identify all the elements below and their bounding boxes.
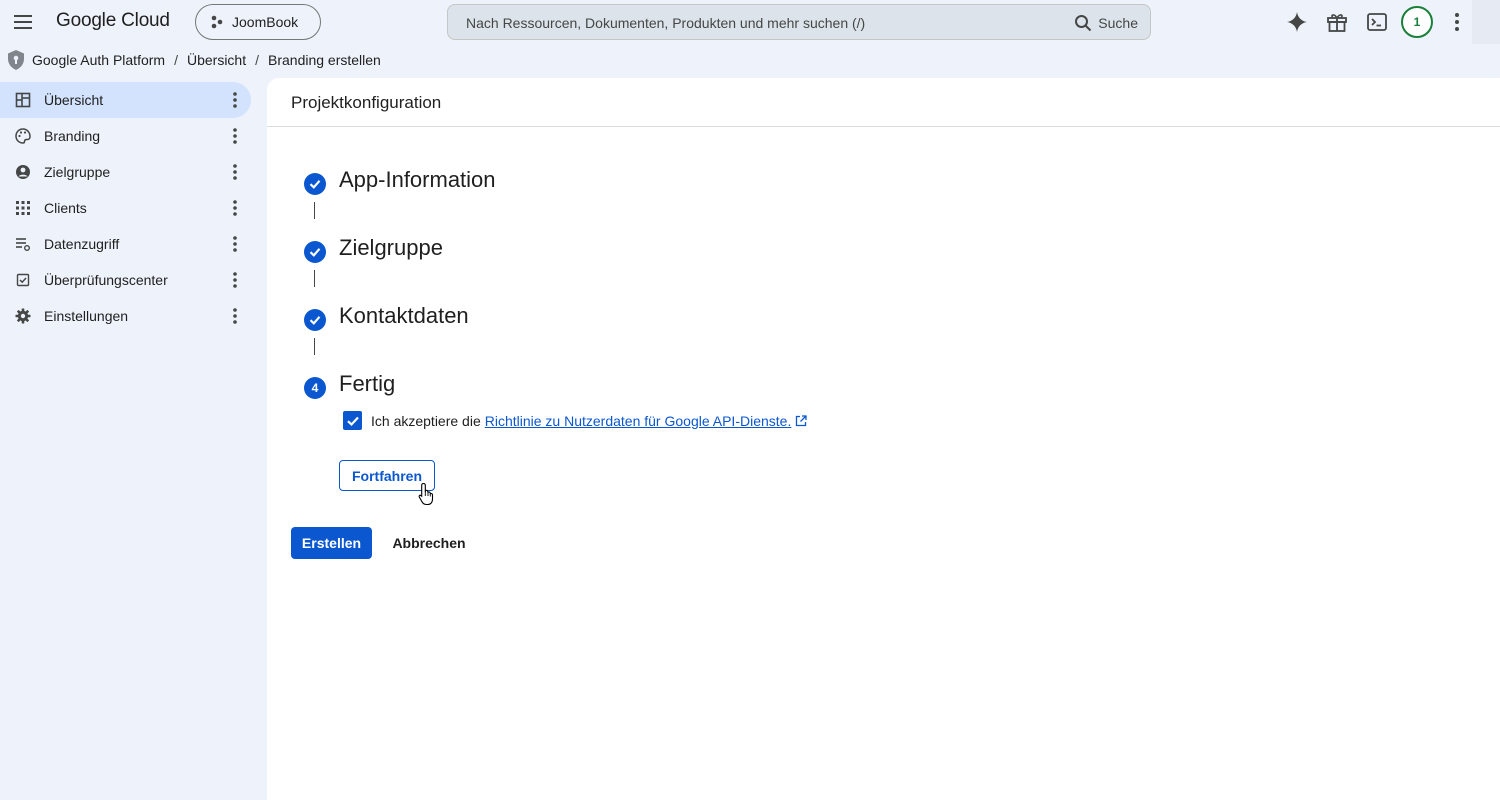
sidebar-item-audience[interactable]: Zielgruppe <box>0 154 256 190</box>
main-header: Projektkonfiguration <box>267 78 1500 127</box>
cloud-shell-icon[interactable] <box>1365 10 1389 34</box>
gemini-icon[interactable] <box>1285 10 1309 34</box>
data-access-icon <box>16 238 30 251</box>
apps-grid-icon <box>16 201 30 215</box>
sidebar-item-label: Übersicht <box>44 92 104 108</box>
hand-cursor-icon <box>418 482 434 506</box>
sidebar-item-settings[interactable]: Einstellungen <box>0 298 256 334</box>
sidebar-item-overview[interactable]: Übersicht <box>0 82 251 118</box>
more-vert-icon[interactable] <box>229 270 241 290</box>
check-icon <box>304 309 326 331</box>
search-button-label: Suche <box>1098 15 1138 31</box>
consent-checkbox[interactable] <box>343 411 362 430</box>
search-button[interactable]: Suche <box>1074 11 1138 35</box>
consent-row: Ich akzeptiere die Richtlinie zu Nutzerd… <box>343 411 807 430</box>
main-panel: Projektkonfiguration App-Information Zie… <box>267 78 1500 800</box>
sidebar-item-data-access[interactable]: Datenzugriff <box>0 226 256 262</box>
main-menu-icon[interactable] <box>10 9 36 35</box>
sidebar-item-verification-center[interactable]: Überprüfungscenter <box>0 262 256 298</box>
project-picker[interactable]: JoomBook <box>195 4 321 40</box>
top-bar: Google Cloud JoomBook Nach Ressourcen, D… <box>0 0 1500 44</box>
breadcrumb-item-branding-create: Branding erstellen <box>268 52 381 68</box>
more-vert-icon[interactable] <box>229 306 241 326</box>
step-number-badge: 4 <box>304 377 326 399</box>
sidebar-item-label: Einstellungen <box>44 308 129 324</box>
check-icon <box>304 173 326 195</box>
sidebar: Übersicht Branding Zielgruppe Clients Da… <box>0 82 256 334</box>
open-in-new-icon[interactable] <box>795 414 807 427</box>
more-vert-icon[interactable] <box>1447 10 1467 34</box>
breadcrumb-separator: / <box>255 52 259 68</box>
sidebar-item-label: Clients <box>44 200 87 216</box>
sidebar-item-label: Überprüfungscenter <box>44 272 168 288</box>
create-button[interactable]: Erstellen <box>291 527 372 559</box>
step-label: Zielgruppe <box>339 235 443 260</box>
project-name: JoomBook <box>232 14 299 30</box>
sidebar-item-clients[interactable]: Clients <box>0 190 256 226</box>
avatar[interactable]: 1 <box>1401 6 1433 38</box>
user-data-policy-link[interactable]: Richtlinie zu Nutzerdaten für Google API… <box>485 413 792 429</box>
step-connector <box>314 270 315 287</box>
step-label: Fertig <box>339 371 396 396</box>
search-bar[interactable]: Nach Ressourcen, Dokumenten, Produkten u… <box>447 4 1151 40</box>
step-label: Kontaktdaten <box>339 303 469 328</box>
step-connector <box>314 202 315 219</box>
gear-icon <box>15 308 31 324</box>
account-circle-icon <box>16 165 30 179</box>
step-number: 4 <box>311 381 319 395</box>
breadcrumb: Google Auth Platform / Übersicht / Brand… <box>6 48 381 72</box>
more-vert-icon[interactable] <box>229 234 241 254</box>
google-cloud-logo[interactable]: Google Cloud <box>56 10 170 32</box>
verification-icon <box>16 273 30 287</box>
gift-icon[interactable] <box>1325 10 1349 34</box>
step-connector <box>314 338 315 355</box>
project-icon <box>211 15 223 29</box>
checkmark-icon <box>346 416 359 426</box>
more-vert-icon[interactable] <box>229 90 241 110</box>
window-edge <box>1472 0 1500 44</box>
consent-text: Ich akzeptiere die <box>371 412 481 429</box>
search-input[interactable]: Nach Ressourcen, Dokumenten, Produkten u… <box>466 15 865 31</box>
breadcrumb-separator: / <box>174 52 178 68</box>
step-label: App-Information <box>339 167 496 192</box>
search-icon <box>1075 15 1092 32</box>
sidebar-item-branding[interactable]: Branding <box>0 118 256 154</box>
more-vert-icon[interactable] <box>229 162 241 182</box>
shield-icon <box>8 50 24 70</box>
breadcrumb-item-auth-platform[interactable]: Google Auth Platform <box>32 52 165 68</box>
more-vert-icon[interactable] <box>229 126 241 146</box>
check-icon <box>304 241 326 263</box>
sidebar-item-label: Branding <box>44 128 101 144</box>
sidebar-item-label: Zielgruppe <box>44 164 111 180</box>
palette-icon <box>15 128 31 144</box>
cancel-button[interactable]: Abbrechen <box>384 527 474 559</box>
breadcrumb-item-overview[interactable]: Übersicht <box>187 52 246 68</box>
more-vert-icon[interactable] <box>229 198 241 218</box>
page-title: Projektkonfiguration <box>291 93 442 112</box>
dashboard-icon <box>15 92 31 108</box>
sidebar-item-label: Datenzugriff <box>44 236 120 252</box>
